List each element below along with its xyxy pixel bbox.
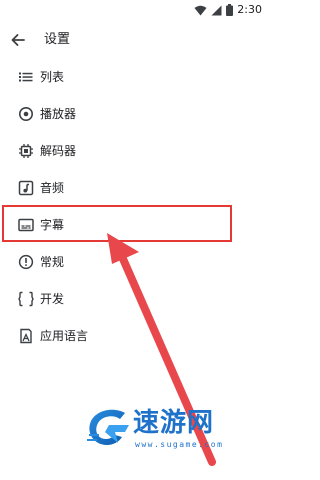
play-circle-icon [19, 107, 33, 121]
menu-item-app-language[interactable]: 应用语言 [0, 319, 270, 353]
info-icon [18, 254, 34, 270]
menu-item-developer[interactable]: 开发 [0, 282, 270, 316]
watermark-url: www.sugame.com [135, 440, 224, 449]
menu-item-list[interactable]: 列表 [0, 60, 270, 94]
menu-item-label: 列表 [40, 70, 65, 84]
menu-item-label: 播放器 [40, 107, 77, 121]
status-bar: 2:30 [0, 0, 270, 20]
battery-icon [226, 4, 234, 16]
list-icon [19, 72, 33, 82]
app-bar: 设置 [0, 24, 270, 56]
page-title: 设置 [44, 32, 71, 47]
chip-icon [19, 144, 33, 158]
menu-item-label: 解码器 [40, 144, 77, 158]
arrow-back-icon [11, 34, 25, 46]
music-note-icon [18, 180, 34, 196]
watermark: 速游网 www.sugame.com [85, 405, 265, 465]
back-button[interactable] [8, 30, 28, 50]
menu-item-audio[interactable]: 音频 [0, 171, 270, 205]
menu-item-label: 音频 [40, 181, 65, 195]
watermark-name: 速游网 [133, 408, 215, 438]
menu-item-general[interactable]: 常规 [0, 245, 270, 279]
annotation-highlight-box [2, 205, 232, 242]
signal-icon [211, 5, 222, 15]
developer-icon [18, 291, 34, 307]
menu-item-label: 应用语言 [40, 329, 89, 343]
menu-item-player[interactable]: 播放器 [0, 97, 270, 131]
status-icons: 2:30 [194, 3, 262, 17]
language-icon [20, 328, 32, 344]
settings-screen: 2:30 设置 列表 播放器 解码器 音频 字幕 常规 开发 应用语言 速游网 … [0, 0, 270, 480]
menu-item-label: 开发 [40, 292, 65, 306]
wifi-icon [194, 5, 207, 15]
status-time: 2:30 [237, 3, 262, 16]
menu-item-label: 常规 [40, 255, 65, 269]
watermark-logo-icon [87, 409, 129, 445]
menu-item-decoder[interactable]: 解码器 [0, 134, 270, 168]
